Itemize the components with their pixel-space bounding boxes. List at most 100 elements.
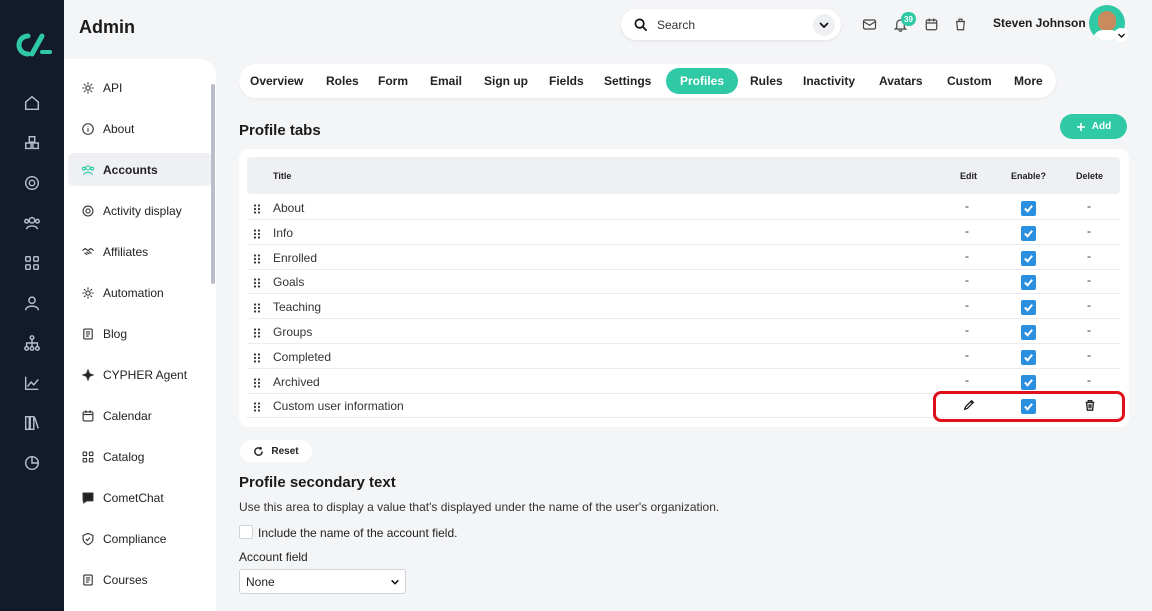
enable-checkbox[interactable] — [1021, 250, 1036, 266]
tab-email[interactable]: Email — [419, 68, 473, 94]
account-field-label: Account field — [239, 550, 308, 564]
row-title: Archived — [273, 374, 320, 389]
enable-checkbox[interactable] — [1021, 275, 1036, 291]
sidebar-item-accounts[interactable]: Accounts — [68, 153, 212, 186]
table-row[interactable]: Archived - - — [247, 369, 1120, 394]
tab-settings[interactable]: Settings — [593, 68, 662, 94]
plus-icon — [1076, 122, 1085, 131]
include-account-field-label[interactable]: Include the name of the account field. — [258, 526, 457, 540]
sidebar-scrollbar[interactable] — [211, 84, 215, 284]
chevron-down-icon[interactable] — [813, 14, 835, 36]
edit-placeholder: - — [965, 323, 969, 337]
row-title: Enrolled — [273, 250, 318, 265]
table-row[interactable]: About - - — [247, 195, 1120, 220]
target-icon[interactable] — [22, 173, 42, 193]
home-icon[interactable] — [22, 93, 42, 113]
sidebar-item-activity-display[interactable]: Activity display — [68, 194, 212, 227]
brand-logo[interactable] — [12, 30, 52, 60]
sparkle-icon — [80, 367, 96, 383]
library-icon[interactable] — [22, 413, 42, 433]
edit-placeholder: - — [965, 347, 969, 362]
search-icon — [634, 18, 648, 31]
pie-chart-icon[interactable] — [22, 453, 42, 473]
cubes-icon[interactable] — [22, 133, 42, 153]
tab-form[interactable]: Form — [367, 68, 419, 94]
include-account-field-checkbox[interactable] — [239, 525, 253, 539]
page-title: Admin — [79, 17, 135, 37]
enable-checkbox[interactable] — [1021, 225, 1036, 241]
sidebar-item-automation[interactable]: Automation — [68, 276, 212, 309]
document-icon — [80, 572, 96, 588]
reset-button[interactable]: Reset — [240, 440, 312, 462]
drag-handle-icon[interactable] — [253, 326, 261, 338]
drag-handle-icon[interactable] — [253, 227, 261, 239]
enable-checkbox[interactable] — [1021, 374, 1036, 390]
grid-icon — [80, 449, 96, 465]
search-box[interactable]: Search — [621, 9, 841, 40]
row-title: Info — [273, 225, 294, 240]
drag-handle-icon[interactable] — [253, 252, 261, 264]
drag-handle-icon[interactable] — [253, 202, 261, 214]
enable-checkbox[interactable] — [1021, 201, 1036, 216]
enable-checkbox[interactable] — [1021, 300, 1036, 316]
trash-icon[interactable] — [951, 15, 969, 33]
gear-icon — [80, 285, 96, 301]
tab-custom[interactable]: Custom — [936, 68, 1003, 94]
table-row[interactable]: Groups - - — [247, 319, 1120, 344]
tab-profiles[interactable]: Profiles — [666, 68, 739, 94]
table-row[interactable]: Teaching - - — [247, 294, 1120, 320]
sidebar-item-catalog[interactable]: Catalog — [68, 440, 212, 473]
column-edit: Edit — [960, 171, 977, 181]
tab-more[interactable]: More — [1003, 68, 1054, 94]
enable-checkbox[interactable] — [1021, 349, 1036, 365]
sidebar-item-affiliates[interactable]: Affiliates — [68, 235, 212, 268]
sidebar-item-cypher-agent[interactable]: CYPHER Agent — [68, 358, 212, 391]
table-row[interactable]: Goals - - — [247, 269, 1120, 295]
sidebar-item-about[interactable]: About — [68, 112, 212, 145]
tab-avatars[interactable]: Avatars — [868, 68, 934, 94]
grid-icon[interactable] — [22, 253, 42, 273]
hierarchy-icon[interactable] — [22, 333, 42, 353]
tab-rules[interactable]: Rules — [739, 68, 794, 94]
delete-placeholder: - — [1087, 347, 1091, 362]
shield-icon — [80, 531, 96, 547]
chevron-down-icon[interactable] — [1114, 28, 1128, 42]
sidebar-item-courses[interactable]: Courses — [68, 563, 212, 596]
sidebar-item-blog[interactable]: Blog — [68, 317, 212, 350]
sidebar-item-api[interactable]: API — [68, 71, 212, 104]
tab-sign-up[interactable]: Sign up — [473, 68, 539, 94]
mail-icon[interactable] — [860, 15, 878, 33]
table-row[interactable]: Completed - - — [247, 344, 1120, 369]
drag-handle-icon[interactable] — [253, 351, 261, 363]
delete-placeholder: - — [1087, 273, 1091, 288]
delete-placeholder: - — [1087, 323, 1091, 337]
table-row[interactable]: Enrolled - - — [247, 245, 1120, 270]
refresh-icon — [254, 446, 264, 456]
row-title: Teaching — [273, 300, 322, 315]
drag-handle-icon[interactable] — [253, 376, 261, 388]
sidebar-item-compliance[interactable]: Compliance — [68, 522, 212, 555]
sidebar-item-calendar[interactable]: Calendar — [68, 399, 212, 432]
delete-placeholder: - — [1087, 248, 1091, 263]
drag-handle-icon[interactable] — [253, 276, 261, 288]
gear-icon — [80, 80, 96, 96]
row-title: About — [273, 201, 305, 215]
search-placeholder: Search — [657, 17, 696, 32]
add-button[interactable]: Add — [1060, 114, 1127, 139]
sidebar-item-cometchat[interactable]: CometChat — [68, 481, 212, 514]
table-row[interactable]: Info - - — [247, 220, 1120, 245]
tab-inactivity[interactable]: Inactivity — [792, 68, 866, 94]
account-field-select[interactable]: None — [239, 569, 406, 594]
user-name[interactable]: Steven Johnson — [993, 16, 1086, 30]
user-icon[interactable] — [22, 293, 42, 313]
chart-line-icon[interactable] — [22, 373, 42, 393]
enable-checkbox[interactable] — [1021, 325, 1036, 340]
tab-overview[interactable]: Overview — [239, 68, 314, 94]
column-title: Title — [273, 171, 292, 181]
calendar-icon[interactable] — [922, 15, 940, 33]
drag-handle-icon[interactable] — [253, 400, 261, 412]
drag-handle-icon[interactable] — [253, 301, 261, 313]
tab-roles[interactable]: Roles — [315, 68, 370, 94]
users-icon[interactable] — [22, 213, 42, 233]
tab-fields[interactable]: Fields — [538, 68, 595, 94]
